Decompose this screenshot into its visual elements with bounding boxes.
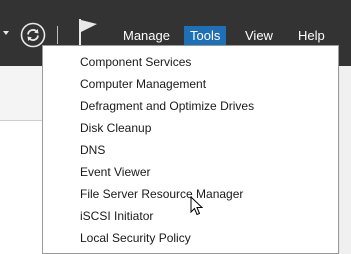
content-area bbox=[0, 121, 42, 254]
toolbar-separator bbox=[57, 26, 58, 44]
notifications-flag-icon[interactable] bbox=[77, 18, 99, 46]
menu-item-dns[interactable]: DNS bbox=[43, 139, 338, 161]
background-area bbox=[340, 66, 351, 254]
menu-item-component-services[interactable]: Component Services bbox=[43, 51, 338, 73]
menu-item-disk-cleanup[interactable]: Disk Cleanup bbox=[43, 117, 338, 139]
menu-item-computer-management[interactable]: Computer Management bbox=[43, 73, 338, 95]
menu-view[interactable]: View bbox=[245, 26, 273, 46]
chevron-down-icon[interactable] bbox=[3, 31, 9, 35]
header-area bbox=[0, 66, 42, 121]
menu-item-event-viewer[interactable]: Event Viewer bbox=[43, 161, 338, 183]
menu-manage[interactable]: Manage bbox=[123, 26, 170, 46]
menu-item-defragment[interactable]: Defragment and Optimize Drives bbox=[43, 95, 338, 117]
tools-dropdown-menu: Component Services Computer Management D… bbox=[42, 45, 339, 254]
menu-help[interactable]: Help bbox=[298, 26, 325, 46]
mouse-cursor-icon bbox=[190, 196, 204, 216]
menu-tools[interactable]: Tools bbox=[184, 26, 227, 46]
menu-item-local-security-policy[interactable]: Local Security Policy bbox=[43, 227, 338, 249]
